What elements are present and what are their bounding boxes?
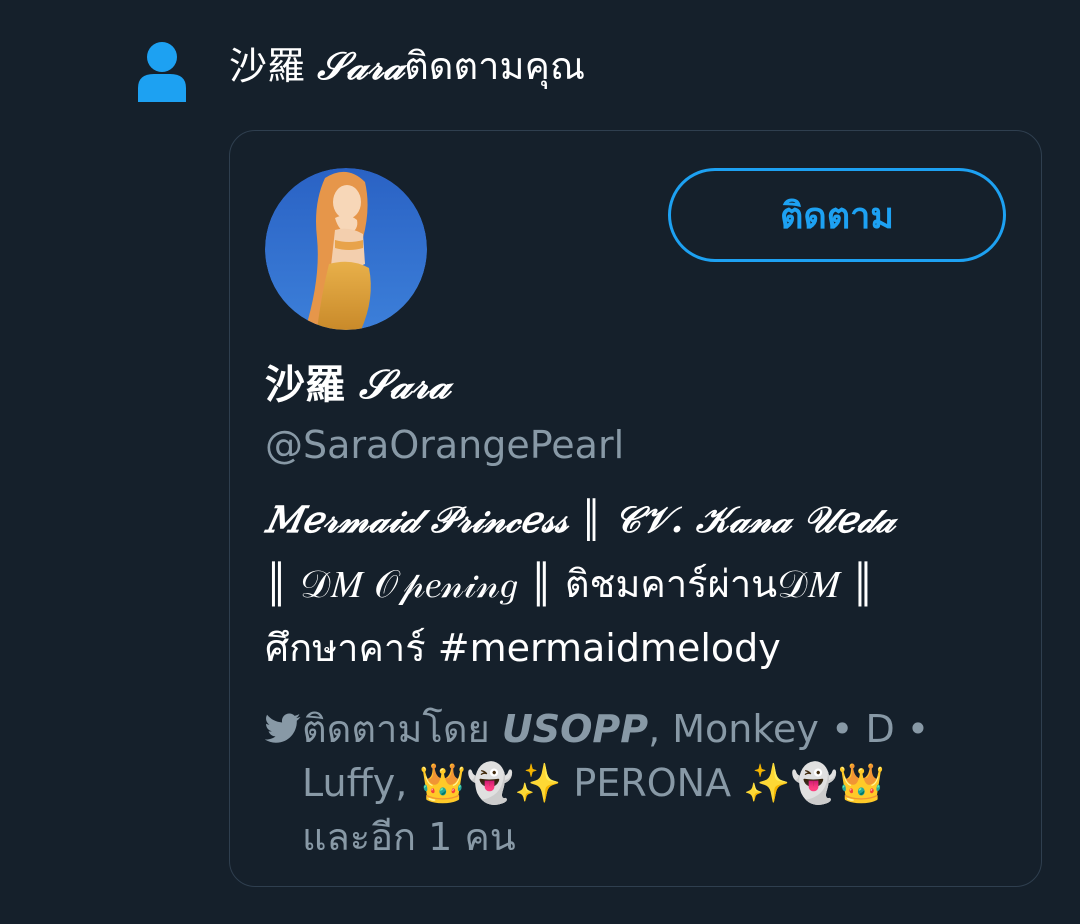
bio-line-3: ศึกษาคาร์ #mermaidmelody [265,626,781,670]
display-name-cjk: 沙羅 [265,362,345,408]
followed-by-prefix: ติดตามโดย [302,707,502,751]
notifier-name-script[interactable]: 𝒮𝒶𝓇𝒶 [317,43,404,88]
followed-by-rest-2: Luffy, 👑👻✨ PERONA ✨👻👑 [302,761,886,805]
user-bio: 𝑀𝑒𝓇𝓂𝒶𝒾𝒹 𝒫𝓇𝒾𝓃𝒸𝑒𝓈𝓈 ║ 𝒞𝒱. 𝒦𝒶𝓃𝒶 𝒰𝑒𝒹𝒶 ║ 𝒟𝑀 𝒪𝓅… [265,488,965,680]
followed-by-rest-1: , Monkey • D • [648,707,930,751]
display-name[interactable]: 沙羅 𝒮𝒶𝓇𝒶 [265,358,451,412]
follow-button[interactable]: ติดตาม [668,168,1006,262]
notification-page: 沙羅 𝒮𝒶𝓇𝒶ติดตามคุณ ติดตาม 沙羅 𝒮𝒶𝓇𝒶 @SaraOra… [0,0,1080,924]
followed-by-text[interactable]: ติดตามโดย USOPP, Monkey • D • Luffy, 👑👻✨… [302,702,982,864]
bio-line-2: ║ 𝒟𝑀 𝒪𝓅𝑒𝓃𝒾𝓃𝑔 ║ ติชมคาร์ผ่าน𝒟𝑀 ║ [265,562,875,606]
notification-text: 沙羅 𝒮𝒶𝓇𝒶ติดตามคุณ [229,40,585,92]
person-icon [138,42,186,102]
display-name-script: 𝒮𝒶𝓇𝒶 [358,361,451,408]
bird-icon [265,713,301,743]
followed-by-name-1: USOPP [501,707,649,751]
notifier-name-cjk[interactable]: 沙羅 [229,44,305,88]
notification-action: ติดตามคุณ [404,44,586,88]
avatar[interactable] [265,168,427,330]
followed-by-rest-3: และอีก 1 คน [302,815,516,859]
bio-line-1: 𝑀𝑒𝓇𝓂𝒶𝒾𝒹 𝒫𝓇𝒾𝓃𝒸𝑒𝓈𝓈 ║ 𝒞𝒱. 𝒦𝒶𝓃𝒶 𝒰𝑒𝒹𝒶 [265,499,896,541]
user-handle[interactable]: @SaraOrangePearl [265,420,624,470]
